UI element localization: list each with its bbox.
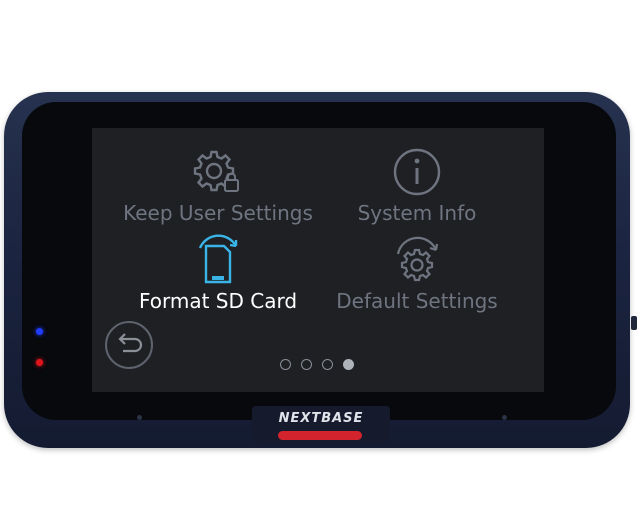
back-button[interactable] [105, 321, 153, 369]
info-circle-icon [393, 148, 441, 196]
menu-item-format-sd-card[interactable]: Format SD Card [120, 232, 316, 313]
brand-logo: NEXTBASE [278, 411, 364, 426]
menu-item-system-info[interactable]: System Info [320, 146, 514, 225]
sd-card-refresh-icon [198, 234, 238, 284]
gear-lock-icon [193, 150, 239, 192]
side-port [631, 316, 637, 330]
record-button[interactable] [278, 431, 362, 440]
menu-item-default-settings[interactable]: Default Settings [318, 232, 516, 313]
menu-item-label: Keep User Settings [123, 201, 313, 225]
red-led [36, 359, 43, 366]
page-dot-active[interactable] [343, 359, 354, 370]
page-dot[interactable] [280, 359, 291, 370]
page-indicator [280, 358, 358, 372]
blue-led [36, 328, 43, 335]
body-screw [137, 415, 142, 420]
back-arrow-icon [118, 333, 143, 353]
page-dot[interactable] [301, 359, 312, 370]
body-screw [502, 415, 507, 420]
menu-item-label: Default Settings [336, 289, 498, 313]
gear-refresh-icon [396, 236, 439, 282]
menu-item-label: Format SD Card [138, 289, 298, 313]
page-dot[interactable] [322, 359, 333, 370]
menu-item-keep-user-settings[interactable]: Keep User Settings [108, 146, 328, 225]
menu-item-label: System Info [357, 201, 477, 225]
